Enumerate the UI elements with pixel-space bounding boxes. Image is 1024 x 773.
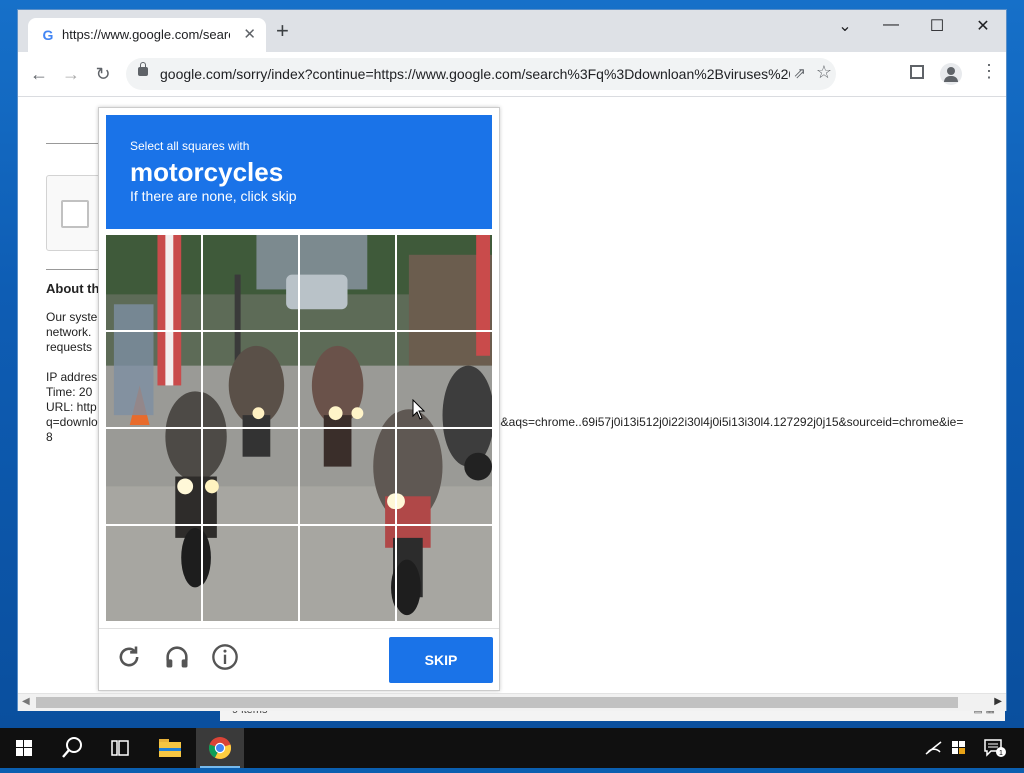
chrome-icon <box>208 737 232 759</box>
time-line: Time: 20 <box>46 385 93 399</box>
search-icon[interactable] <box>48 728 96 768</box>
captcha-tile[interactable] <box>106 526 201 621</box>
tile-image <box>300 332 395 427</box>
chrome-window: G https://www.google.com/search?q= ✕ + ⌄… <box>18 10 1006 711</box>
tile-image <box>106 332 201 427</box>
tile-image <box>397 235 492 330</box>
tile-image <box>397 526 492 621</box>
body-line: requests <box>46 340 93 354</box>
task-view-icon[interactable] <box>96 728 144 768</box>
back-button[interactable]: ← <box>28 64 50 84</box>
challenge-footer: SKIP <box>99 628 499 691</box>
divider <box>46 143 106 144</box>
minimize-button[interactable]: — <box>876 16 906 34</box>
captcha-tile[interactable] <box>203 332 298 427</box>
url-line: URL: http <box>46 400 97 414</box>
tab-close-icon[interactable]: ✕ <box>243 25 256 43</box>
tile-image <box>106 429 201 524</box>
horizontal-scrollbar[interactable]: ◀ ▶ <box>18 693 1006 711</box>
prompt-target: motorcycles <box>130 157 284 187</box>
tile-image <box>106 235 201 330</box>
lock-icon[interactable] <box>138 62 148 76</box>
captcha-tile[interactable] <box>203 429 298 524</box>
url-text[interactable]: google.com/sorry/index?continue=https://… <box>160 66 790 82</box>
bookmark-star-icon[interactable]: ☆ <box>816 62 832 83</box>
ip-line: IP addres <box>46 370 98 384</box>
info-icon[interactable] <box>211 643 239 671</box>
tab-search-icon[interactable]: ⌄ <box>830 16 860 36</box>
captcha-tile[interactable] <box>300 332 395 427</box>
challenge-header: Select all squares with motorcycles If t… <box>106 115 492 229</box>
chrome-taskbar-button[interactable] <box>196 728 244 768</box>
page-content: About th Our syste network. requests IP … <box>18 97 1006 693</box>
prompt-line: Select all squares with <box>130 139 250 153</box>
body-line: network. <box>46 325 92 339</box>
maximize-button[interactable]: ☐ <box>922 16 952 36</box>
tile-image <box>300 235 395 330</box>
divider <box>46 269 106 270</box>
challenge-image-grid <box>106 235 492 621</box>
tab-google-search[interactable]: G https://www.google.com/search?q= ✕ <box>28 18 266 52</box>
address-bar[interactable]: google.com/sorry/index?continue=https://… <box>126 58 836 90</box>
security-shield-icon[interactable] <box>950 739 968 757</box>
about-heading: About th <box>46 281 100 296</box>
scroll-left-arrow-icon[interactable]: ◀ <box>22 696 30 707</box>
mouse-cursor-icon <box>412 399 426 420</box>
prompt-hint: If there are none, click skip <box>130 188 297 204</box>
captcha-tile[interactable] <box>203 526 298 621</box>
tile-image <box>203 526 298 621</box>
url-line: 8 <box>46 430 53 444</box>
captcha-tile[interactable] <box>300 235 395 330</box>
url-tail-text: es&aqs=chrome..69i57j0i13i512j0i22i30l4j… <box>488 415 964 429</box>
tile-image <box>300 526 395 621</box>
tile-image <box>106 526 201 621</box>
taskbar: 1 <box>0 728 1024 768</box>
reload-icon[interactable] <box>115 643 143 671</box>
captcha-tile[interactable] <box>397 526 492 621</box>
tile-image <box>203 332 298 427</box>
forward-button[interactable]: → <box>60 64 82 84</box>
captcha-tile[interactable] <box>203 235 298 330</box>
captcha-tile[interactable] <box>300 526 395 621</box>
windows-start-icon[interactable] <box>0 728 48 768</box>
tile-image <box>203 235 298 330</box>
notification-icon[interactable]: 1 <box>983 738 1007 758</box>
captcha-tile[interactable] <box>397 429 492 524</box>
new-tab-button[interactable]: + <box>276 20 289 42</box>
google-favicon-icon: G <box>42 27 54 43</box>
captcha-tile[interactable] <box>397 235 492 330</box>
close-window-button[interactable]: ✕ <box>968 16 998 36</box>
body-line: Our syste <box>46 310 98 324</box>
profile-avatar[interactable] <box>940 63 962 85</box>
recaptcha-checkbox[interactable] <box>61 200 89 228</box>
share-icon[interactable]: ⇗ <box>793 64 806 82</box>
svg-text:1: 1 <box>999 750 1003 757</box>
captcha-tile[interactable] <box>106 235 201 330</box>
url-line: q=downlo <box>46 415 98 429</box>
captcha-tile[interactable] <box>106 332 201 427</box>
captcha-tile[interactable] <box>300 429 395 524</box>
network-icon[interactable] <box>924 740 944 756</box>
tile-image <box>300 429 395 524</box>
tile-image <box>397 429 492 524</box>
side-panel-icon[interactable] <box>910 65 924 79</box>
reload-button[interactable]: ↻ <box>92 64 114 84</box>
recaptcha-challenge-dialog: Select all squares with motorcycles If t… <box>98 107 500 691</box>
scroll-right-arrow-icon[interactable]: ▶ <box>994 696 1002 707</box>
skip-button[interactable]: SKIP <box>389 637 493 683</box>
tile-image <box>203 429 298 524</box>
captcha-tile[interactable] <box>106 429 201 524</box>
scrollbar-thumb[interactable] <box>36 697 958 708</box>
tab-title: https://www.google.com/search?q= <box>62 27 230 42</box>
browser-toolbar: ← → ↻ google.com/sorry/index?continue=ht… <box>18 52 1006 97</box>
tab-strip: G https://www.google.com/search?q= ✕ + ⌄… <box>18 10 1006 52</box>
audio-icon[interactable] <box>163 643 191 671</box>
menu-kebab-icon[interactable]: ⋮ <box>980 61 998 82</box>
file-explorer-icon[interactable] <box>146 728 194 768</box>
